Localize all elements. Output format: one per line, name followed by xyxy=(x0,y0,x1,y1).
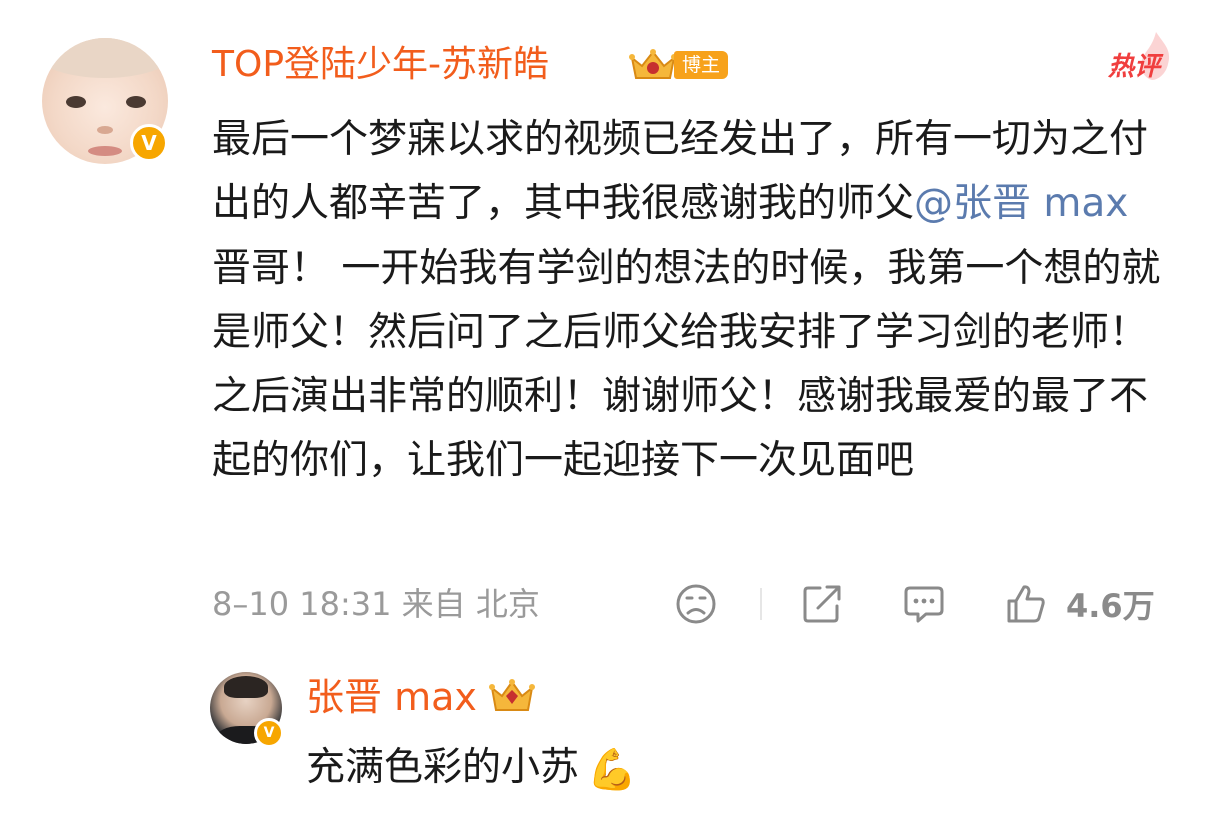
username[interactable]: TOP登陆少年-苏新皓 xyxy=(212,40,549,90)
mention-link[interactable]: @张晋 max xyxy=(914,181,1128,226)
avatar-eye xyxy=(126,96,146,108)
frown-face-icon xyxy=(676,584,716,624)
like-button[interactable]: 4.6万 xyxy=(1004,582,1155,626)
comment-text: 晋哥！ 一开始我有学剑的想法的时候，我第一个想的就是师父！然后问了之后师父给我安… xyxy=(212,245,1161,484)
comment-body: 最后一个梦寐以求的视频已经发出了，所有一切为之付出的人都辛苦了，其中我很感谢我的… xyxy=(212,108,1162,494)
crown-icon xyxy=(629,49,677,79)
reply-username[interactable]: 张晋 max xyxy=(306,672,477,722)
timestamp: 8–10 18:31 xyxy=(212,585,392,623)
avatar-eye xyxy=(66,96,86,108)
avatar-hair xyxy=(224,676,268,698)
badge-label: 博主 xyxy=(674,51,729,79)
share-button[interactable] xyxy=(800,582,844,626)
blogger-badge: 博主 xyxy=(628,48,736,82)
thumbs-up-icon xyxy=(1007,585,1045,623)
location: 来自 北京 xyxy=(401,585,540,623)
crown-icon xyxy=(489,679,535,711)
verified-badge-icon: V xyxy=(254,718,284,748)
comment-meta: 8–10 18:31 来自 北京 xyxy=(212,580,540,628)
verified-badge-icon: V xyxy=(130,124,168,162)
comment-icon xyxy=(904,586,944,623)
avatar-nose xyxy=(97,126,113,134)
avatar-hair xyxy=(42,38,168,78)
like-count: 4.6万 xyxy=(1066,587,1155,625)
hot-comment-tag: 热评 xyxy=(1108,32,1170,83)
share-icon xyxy=(803,585,841,623)
reply-body: 充满色彩的小苏 💪 xyxy=(306,740,637,798)
dislike-button[interactable] xyxy=(674,582,718,626)
reply-text: 充满色彩的小苏 xyxy=(306,745,580,790)
flexed-biceps-emoji: 💪 xyxy=(587,746,637,793)
comment-button[interactable] xyxy=(902,582,946,626)
avatar-mouth xyxy=(88,146,122,156)
divider xyxy=(760,588,762,620)
flame-icon xyxy=(1141,32,1170,80)
